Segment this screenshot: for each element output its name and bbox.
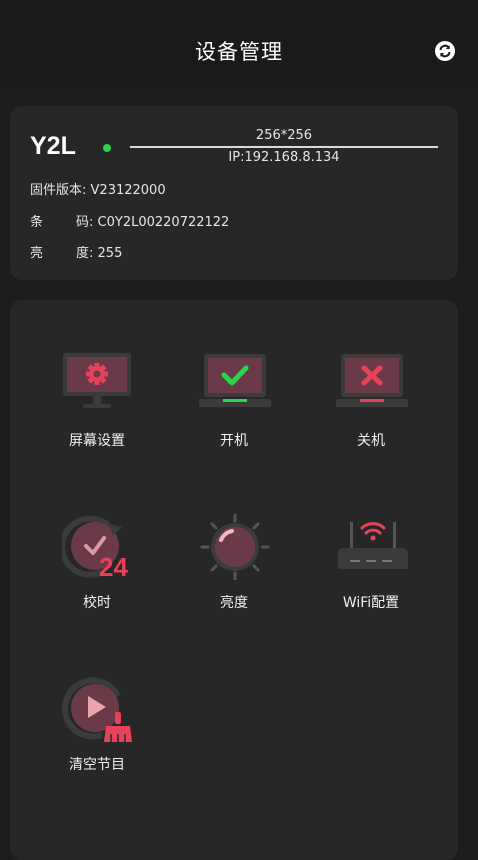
brightness-row: 亮 度: 255 xyxy=(30,242,122,261)
wifi-config-button[interactable]: WiFi配置 xyxy=(311,514,431,634)
app-header: 设备管理 xyxy=(0,0,478,90)
page-title: 设备管理 xyxy=(195,40,283,64)
brightness-icon xyxy=(200,514,270,580)
wifi-router-icon xyxy=(338,522,408,569)
refresh-icon[interactable] xyxy=(434,40,456,62)
barcode-row: 条 码: C0Y2L00220722122 xyxy=(30,211,229,230)
power-on-button[interactable]: 开机 xyxy=(174,352,294,472)
brightness-label-1: 亮 xyxy=(30,246,44,261)
monitor-settings-icon xyxy=(63,353,131,408)
brightness-value: 255 xyxy=(97,246,123,261)
device-model: Y2L xyxy=(30,132,76,160)
firmware-label: 固件版本: xyxy=(30,183,87,198)
screen-settings-button[interactable]: 屏幕设置 xyxy=(37,352,157,472)
clear-program-button[interactable]: 清空节目 xyxy=(37,676,157,796)
firmware-value: V23122000 xyxy=(90,183,166,198)
power-off-icon xyxy=(336,354,408,407)
brightness-label: 亮度 xyxy=(220,595,248,611)
firmware-row: 固件版本: V23122000 xyxy=(30,179,166,198)
power-off-button[interactable]: 关机 xyxy=(311,352,431,472)
device-info-card: Y2L 256*256 IP:192.168.8.134 固件版本: V2312… xyxy=(10,106,458,280)
clear-program-icon xyxy=(62,677,132,742)
time-sync-button[interactable]: 24 校时 xyxy=(37,514,157,634)
brightness-label-2: 度: xyxy=(76,246,94,261)
ip-address: IP:192.168.8.134 xyxy=(228,150,340,165)
resolution-text: 256*256 xyxy=(255,128,313,143)
barcode-label-2: 码: xyxy=(76,215,94,230)
power-on-label: 开机 xyxy=(220,433,248,449)
screen-settings-label: 屏幕设置 xyxy=(69,433,125,449)
online-status-indicator xyxy=(103,144,111,152)
barcode-label-1: 条 xyxy=(30,215,44,230)
divider-line xyxy=(130,146,438,148)
power-on-icon xyxy=(199,354,271,407)
time-sync-label: 校时 xyxy=(83,595,111,611)
clear-program-label: 清空节目 xyxy=(69,757,125,773)
power-off-label: 关机 xyxy=(357,433,385,449)
svg-text:24: 24 xyxy=(99,552,128,580)
barcode-value: C0Y2L00220722122 xyxy=(97,215,230,230)
time-sync-icon: 24 xyxy=(62,515,128,580)
function-grid-card: 屏幕设置 开机 关机 24 校时 亮度 WiFi配置 清空节目 xyxy=(10,300,458,860)
wifi-config-label: WiFi配置 xyxy=(342,595,400,611)
brightness-button[interactable]: 亮度 xyxy=(174,514,294,634)
